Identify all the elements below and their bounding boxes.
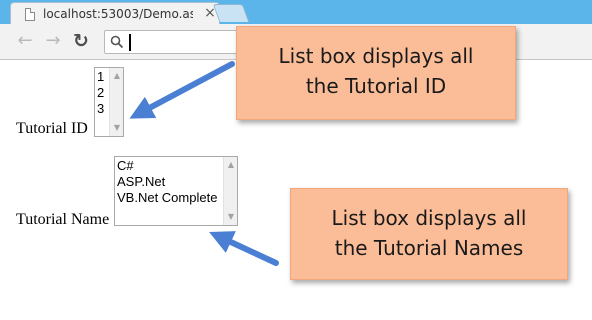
annotation-callout-tutorial-id: List box displays all the Tutorial ID (236, 26, 516, 120)
callout-text-line: List box displays all (278, 44, 474, 68)
callout-text-line: the Tutorial ID (305, 74, 447, 98)
callout-text-line: List box displays all (331, 206, 527, 230)
callout-text-line: the Tutorial Names (334, 236, 524, 260)
annotation-callout-tutorial-names: List box displays all the Tutorial Names (290, 188, 568, 280)
